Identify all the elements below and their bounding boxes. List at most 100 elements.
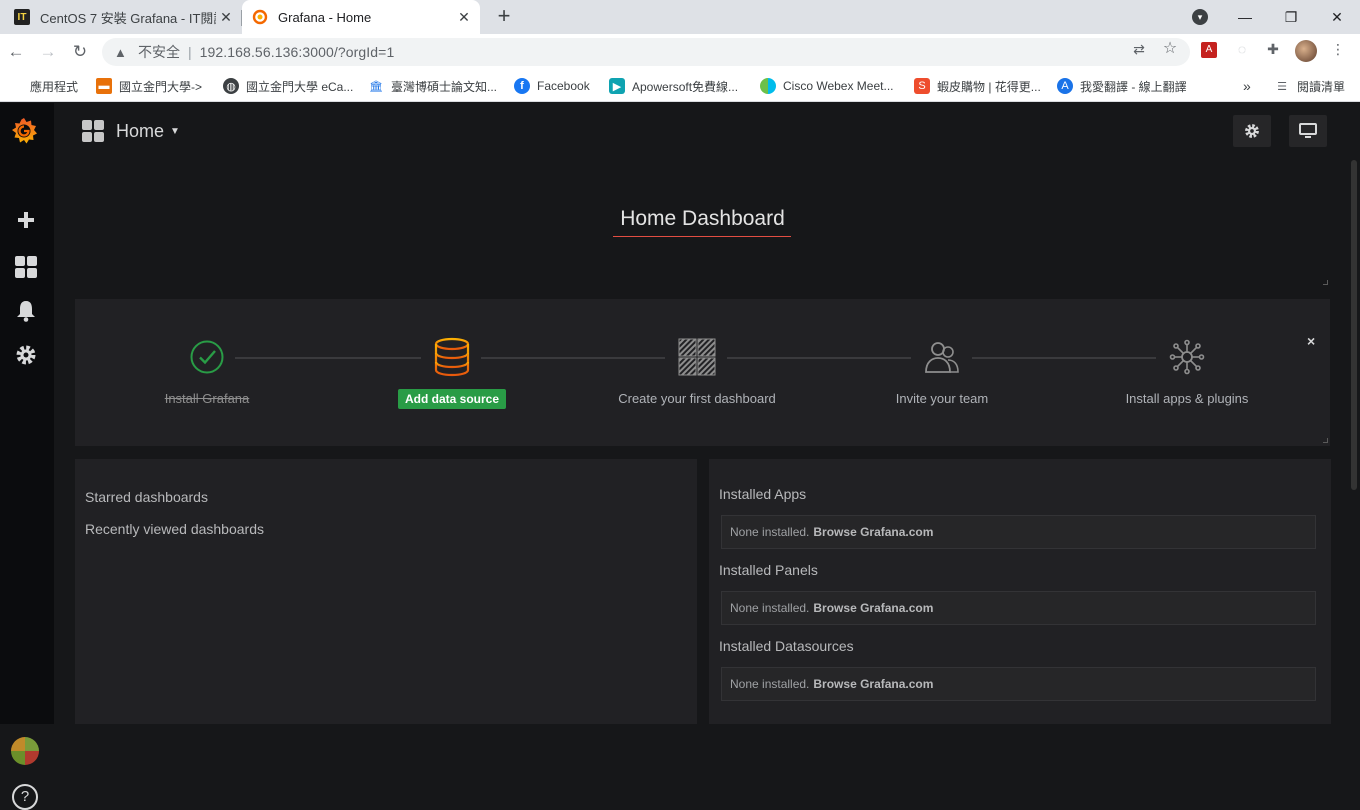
bookmark-label: Cisco Webex Meet... — [783, 79, 894, 93]
security-label[interactable]: 不安全 — [138, 42, 180, 62]
acrobat-extension-icon[interactable]: A — [1201, 42, 1217, 58]
none-installed-text: None installed. — [730, 601, 810, 615]
monitor-icon — [1299, 123, 1317, 138]
panel-resize-handle[interactable] — [1323, 438, 1328, 443]
star-bookmark-icon[interactable]: ☆ — [1161, 40, 1179, 58]
getting-started-panel: Install Grafana Add data source Create y… — [75, 299, 1330, 446]
shopee-icon: S — [914, 78, 930, 94]
url-text[interactable]: 192.168.56.136:3000/?orgId=1 — [200, 44, 395, 60]
browse-grafana-link[interactable]: Browse Grafana.com — [813, 677, 933, 691]
reading-list-button[interactable]: ☰ 閱讀清單 — [1274, 77, 1345, 95]
browser-menu-icon[interactable]: ⋮ — [1329, 40, 1347, 58]
browser-tab-it-reading[interactable]: IT CentOS 7 安裝 Grafana - IT閱讀 ✕ — [6, 0, 242, 34]
bookmark-webex[interactable]: Cisco Webex Meet... — [760, 77, 893, 95]
back-arrow-icon[interactable]: ← — [4, 40, 28, 64]
alerting-bell-icon[interactable] — [13, 298, 39, 324]
installed-panels-empty: None installed. Browse Grafana.com — [721, 591, 1316, 625]
step-create-dashboard[interactable]: Create your first dashboard — [607, 337, 787, 406]
step-label[interactable]: Invite your team — [852, 391, 1032, 406]
apps-grid-icon — [9, 79, 23, 93]
installed-apps-heading: Installed Apps — [719, 486, 807, 502]
bookmark-apps[interactable]: 應用程式 — [9, 77, 78, 95]
step-install-plugins[interactable]: Install apps & plugins — [1097, 337, 1277, 406]
restore-button[interactable]: ❐ — [1268, 0, 1314, 34]
installed-datasources-heading: Installed Datasources — [719, 638, 854, 654]
apowersoft-icon: ▶ — [609, 78, 625, 94]
home-dashboard-heading: Home Dashboard — [620, 207, 785, 230]
facebook-icon: f — [514, 78, 530, 94]
dashboards-grid-icon — [82, 120, 104, 142]
close-icon[interactable]: ✕ — [216, 9, 236, 26]
bookmark-label: 臺灣博碩士論文知... — [391, 79, 498, 94]
extension-icon[interactable]: ◌ — [1233, 40, 1251, 58]
dashboards-icon[interactable] — [13, 254, 39, 280]
dashboard-picker[interactable]: Home ▼ — [82, 119, 180, 143]
step-label[interactable]: Install apps & plugins — [1097, 391, 1277, 406]
grafana-side-menu: ? — [0, 103, 54, 810]
step-label[interactable]: Create your first dashboard — [607, 391, 787, 406]
tab-title: Grafana - Home — [278, 9, 372, 25]
minimize-button[interactable]: — — [1222, 0, 1268, 34]
dashboard-grid-icon — [607, 337, 787, 377]
translate-icon: A — [1057, 78, 1073, 94]
bookmark-label: 國立金門大學 eCa... — [246, 79, 354, 94]
step-invite-team[interactable]: Invite your team — [852, 337, 1032, 406]
create-plus-icon[interactable] — [13, 207, 39, 233]
puzzle-extensions-icon[interactable]: ✚ — [1264, 40, 1282, 58]
warning-icon[interactable]: ▲ — [114, 45, 130, 60]
step-add-data-source[interactable]: Add data source — [362, 337, 542, 409]
dashboard-settings-button[interactable] — [1233, 115, 1271, 147]
close-window-button[interactable]: ✕ — [1314, 0, 1360, 34]
browser-toolbar: ← → ↻ ▲ 不安全 | 192.168.56.136:3000/?orgId… — [0, 34, 1360, 70]
dashboard-navbar: Home ▼ — [54, 103, 1360, 159]
bookmark-label: 應用程式 — [30, 79, 79, 94]
installed-datasources-empty: None installed. Browse Grafana.com — [721, 667, 1316, 701]
bookmark-facebook[interactable]: f Facebook — [514, 77, 590, 95]
translate-page-icon[interactable]: ⇄ — [1130, 40, 1148, 58]
browser-tab-grafana[interactable]: Grafana - Home ✕ — [242, 0, 480, 34]
bookmark-label: 國立金門大學-> — [119, 79, 203, 94]
close-icon[interactable]: ✕ — [454, 9, 474, 26]
bookmarks-overflow-button[interactable]: » — [1243, 77, 1251, 95]
reload-icon[interactable]: ↻ — [68, 40, 92, 64]
new-tab-button[interactable]: + — [492, 5, 516, 29]
tab-search-icon[interactable]: ▾ — [1192, 9, 1208, 25]
user-avatar[interactable] — [11, 737, 39, 765]
installed-panels-heading: Installed Panels — [719, 562, 818, 578]
panel-resize-handle[interactable] — [1323, 280, 1328, 285]
home-dashboard-text-panel: Home Dashboard — [75, 183, 1330, 287]
bookmark-nqu[interactable]: ▬ 國立金門大學-> — [96, 77, 202, 95]
bookmark-label: 蝦皮購物 | 花得更... — [937, 79, 1041, 94]
grafana-icon — [252, 9, 268, 25]
forward-arrow-icon[interactable]: → — [36, 40, 60, 64]
step-install-grafana: Install Grafana — [117, 337, 297, 406]
webex-icon — [760, 78, 776, 94]
close-icon[interactable]: × — [1307, 333, 1315, 349]
bookmark-shopee[interactable]: S 蝦皮購物 | 花得更... — [914, 77, 1041, 95]
reading-list-label: 閱讀清單 — [1297, 79, 1346, 94]
settings-gear-icon — [1245, 124, 1259, 138]
bookmark-nqu-ecampus[interactable]: ◍ 國立金門大學 eCa... — [223, 77, 353, 95]
none-installed-text: None installed. — [730, 525, 810, 539]
browse-grafana-link[interactable]: Browse Grafana.com — [813, 525, 933, 539]
caret-down-icon: ▼ — [170, 125, 180, 137]
bookmark-translate[interactable]: A 我愛翻譯 - 線上翻譯 — [1057, 77, 1187, 95]
browser-tab-bar: IT CentOS 7 安裝 Grafana - IT閱讀 ✕ Grafana … — [0, 0, 1360, 34]
plugins-icon — [1097, 337, 1277, 377]
bookmark-thesis[interactable]: 🏛 臺灣博碩士論文知... — [368, 77, 497, 95]
address-bar[interactable]: ▲ 不安全 | 192.168.56.136:3000/?orgId=1 — [102, 38, 1190, 66]
users-icon — [852, 337, 1032, 377]
add-data-source-button[interactable]: Add data source — [397, 389, 507, 409]
configuration-gear-icon[interactable] — [13, 342, 39, 368]
tv-mode-button[interactable] — [1289, 115, 1327, 147]
scrollbar[interactable] — [1351, 160, 1357, 490]
it-reading-icon: IT — [14, 9, 30, 25]
bookmark-apowersoft[interactable]: ▶ Apowersoft免費線... — [609, 77, 738, 95]
browse-grafana-link[interactable]: Browse Grafana.com — [813, 601, 933, 615]
grafana-logo-icon[interactable] — [9, 116, 39, 146]
help-icon[interactable]: ? — [12, 784, 38, 810]
dashboard-title: Home — [116, 120, 165, 141]
profile-avatar-icon[interactable] — [1295, 40, 1317, 62]
recent-dashboards-heading: Recently viewed dashboards — [85, 521, 264, 537]
none-installed-text: None installed. — [730, 677, 810, 691]
